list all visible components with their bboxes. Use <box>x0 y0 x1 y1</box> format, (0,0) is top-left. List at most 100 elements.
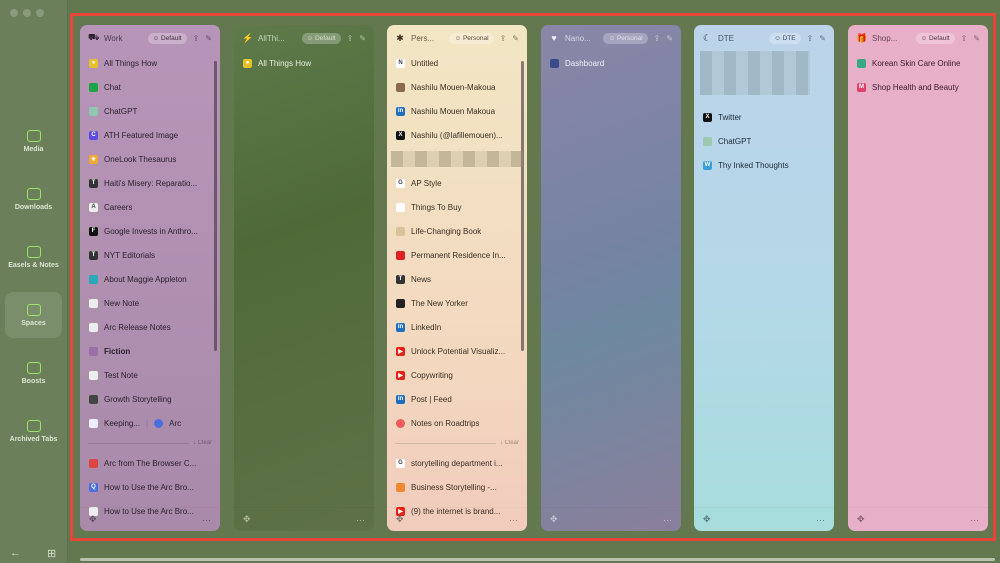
pinned-tab[interactable]: ChatGPT <box>694 129 834 153</box>
edit-pencil-icon[interactable]: ✎ <box>512 34 519 43</box>
pinned-tab[interactable]: ▶ Unlock Potential Visualiz... <box>387 339 527 363</box>
space-card[interactable]: ✱ Pers... ☺ Personal ⇪ ✎ N Untitled Nash… <box>387 25 527 531</box>
sidebar-item-archived-tabs[interactable]: Archived Tabs <box>5 408 62 454</box>
move-icon[interactable]: ✥ <box>857 514 865 525</box>
space-card[interactable]: 🎁 Shop... ☺ Default ⇪ ✎ Korean Skin Care… <box>848 25 988 531</box>
space-name[interactable]: Pers... <box>411 34 443 43</box>
pinned-tab[interactable]: in LinkedIn <box>387 315 527 339</box>
pinned-tab[interactable]: T News <box>387 267 527 291</box>
pinned-tab[interactable]: Chat <box>80 75 220 99</box>
edit-pencil-icon[interactable]: ✎ <box>666 34 673 43</box>
sidebar-item-downloads[interactable]: Downloads <box>5 176 62 222</box>
pinned-tab[interactable]: C ATH Featured Image <box>80 123 220 147</box>
pinned-tab[interactable]: M Shop Health and Beauty <box>848 75 988 99</box>
profile-badge[interactable]: ☺ Default <box>915 32 955 44</box>
space-name[interactable]: Work <box>104 34 142 43</box>
pinned-tab[interactable]: ▶ Copywriting <box>387 363 527 387</box>
pinned-tab[interactable]: in Post | Feed <box>387 387 527 411</box>
unpinned-tab[interactable]: Arc from The Browser C... <box>80 451 220 475</box>
edit-pencil-icon[interactable]: ✎ <box>819 34 826 43</box>
pinned-tab[interactable]: N Untitled <box>387 51 527 75</box>
space-name[interactable]: AllThi... <box>258 34 296 43</box>
share-icon[interactable]: ⇪ <box>654 34 661 43</box>
clear-tabs-button[interactable]: ↓ Clear <box>193 440 212 446</box>
edit-pencil-icon[interactable]: ✎ <box>359 34 366 43</box>
more-options-icon[interactable]: ··· <box>356 515 365 525</box>
share-icon[interactable]: ⇪ <box>500 34 507 43</box>
horizontal-scrollbar[interactable] <box>80 558 995 561</box>
pinned-tab[interactable]: Nashilu Mouen-Makoua <box>387 75 527 99</box>
zoom-button[interactable] <box>36 9 44 17</box>
pinned-tab[interactable]: The New Yorker <box>387 291 527 315</box>
pinned-tab[interactable]: Korean Skin Care Online <box>848 51 988 75</box>
pinned-tab[interactable]: Permanent Residence In... <box>387 243 527 267</box>
move-icon[interactable]: ✥ <box>550 514 558 525</box>
pinned-tab[interactable]: ● All Things How <box>234 51 374 75</box>
unpinned-tab[interactable]: Q How to Use the Arc Bro... <box>80 475 220 499</box>
space-icon[interactable]: 🎁 <box>856 33 867 44</box>
space-card[interactable]: ⚡ AllThi... ☺ Default ⇪ ✎ ● All Things H… <box>234 25 374 531</box>
pinned-tab[interactable]: ChatGPT <box>80 99 220 123</box>
space-name[interactable]: Shop... <box>872 34 910 43</box>
pinned-tab[interactable]: Keeping... | Arc <box>80 411 220 435</box>
pinned-tab[interactable]: New Note <box>80 291 220 315</box>
pinned-tab[interactable]: T NYT Editorials <box>80 243 220 267</box>
pinned-tab[interactable]: X Nashilu (@lafillemouen)... <box>387 123 527 147</box>
pinned-tab[interactable]: Life-Changing Book <box>387 219 527 243</box>
space-icon[interactable]: ⛟ <box>88 32 99 44</box>
minimize-button[interactable] <box>23 9 31 17</box>
gift-icon[interactable]: ⊞ <box>47 547 56 560</box>
pinned-tab[interactable]: X Twitter <box>694 105 834 129</box>
pinned-tab[interactable]: About Maggie Appleton <box>80 267 220 291</box>
pinned-tab[interactable]: Things To Buy <box>387 195 527 219</box>
pinned-tab[interactable]: A Careers <box>80 195 220 219</box>
back-arrow-icon[interactable]: ← <box>10 547 21 559</box>
window-controls[interactable] <box>10 9 44 17</box>
pinned-tab[interactable]: Fiction <box>80 339 220 363</box>
sidebar-item-media[interactable]: Media <box>5 118 62 164</box>
pinned-tab[interactable]: in Nashilu Mouen Makoua <box>387 99 527 123</box>
move-icon[interactable]: ✥ <box>703 514 711 525</box>
pinned-tab[interactable]: W Thy Inked Thoughts <box>694 153 834 177</box>
space-card[interactable]: ♥ Nano... ☺ Personal ⇪ ✎ Dashboard ✥ ··· <box>541 25 681 531</box>
clear-tabs-button[interactable]: ↓ Clear <box>500 440 519 446</box>
pinned-tab[interactable]: Dashboard <box>541 51 681 75</box>
pinned-tab[interactable]: ✳ OneLook Thesaurus <box>80 147 220 171</box>
pinned-tab[interactable]: ● All Things How <box>80 51 220 75</box>
pinned-tab[interactable]: Arc Release Notes <box>80 315 220 339</box>
edit-pencil-icon[interactable]: ✎ <box>205 34 212 43</box>
space-icon[interactable]: ✱ <box>395 33 405 44</box>
profile-badge[interactable]: ☺ DTE <box>769 32 801 44</box>
more-options-icon[interactable]: ··· <box>970 515 979 525</box>
pinned-tab[interactable]: Growth Storytelling <box>80 387 220 411</box>
space-icon[interactable]: ♥ <box>549 33 559 43</box>
more-options-icon[interactable]: ··· <box>663 515 672 525</box>
close-button[interactable] <box>10 9 18 17</box>
edit-pencil-icon[interactable]: ✎ <box>973 34 980 43</box>
unpinned-tab[interactable]: Business Storytelling -... <box>387 475 527 499</box>
sidebar-item-boosts[interactable]: Boosts <box>5 350 62 396</box>
space-card[interactable]: ☾ DTE ☺ DTE ⇪ ✎ X Twitter ChatGPT W Thy … <box>694 25 834 531</box>
more-options-icon[interactable]: ··· <box>202 515 211 525</box>
pinned-tab[interactable]: F Google Invests in Anthro... <box>80 219 220 243</box>
pinned-tab[interactable]: G AP Style <box>387 171 527 195</box>
profile-badge[interactable]: ☺ Default <box>147 32 187 44</box>
unpinned-tab[interactable]: G storytelling department i... <box>387 451 527 475</box>
space-card[interactable]: ⛟ Work ☺ Default ⇪ ✎ ● All Things How Ch… <box>80 25 220 531</box>
profile-badge[interactable]: ☺ Default <box>301 32 341 44</box>
pinned-tab[interactable]: Notes on Roadtrips <box>387 411 527 435</box>
pinned-tab[interactable]: Test Note <box>80 363 220 387</box>
move-icon[interactable]: ✥ <box>89 514 97 525</box>
profile-badge[interactable]: ☺ Personal <box>603 32 648 44</box>
space-icon[interactable]: ⚡ <box>242 33 253 44</box>
pinned-tab[interactable]: T Haiti's Misery: Reparatio... <box>80 171 220 195</box>
share-icon[interactable]: ⇪ <box>807 34 814 43</box>
move-icon[interactable]: ✥ <box>243 514 251 525</box>
sidebar-item-easels-notes[interactable]: Easels & Notes <box>5 234 62 280</box>
space-name[interactable]: DTE <box>718 34 763 43</box>
space-icon[interactable]: ☾ <box>702 33 712 44</box>
more-options-icon[interactable]: ··· <box>509 515 518 525</box>
share-icon[interactable]: ⇪ <box>961 34 968 43</box>
move-icon[interactable]: ✥ <box>396 514 404 525</box>
share-icon[interactable]: ⇪ <box>347 34 354 43</box>
